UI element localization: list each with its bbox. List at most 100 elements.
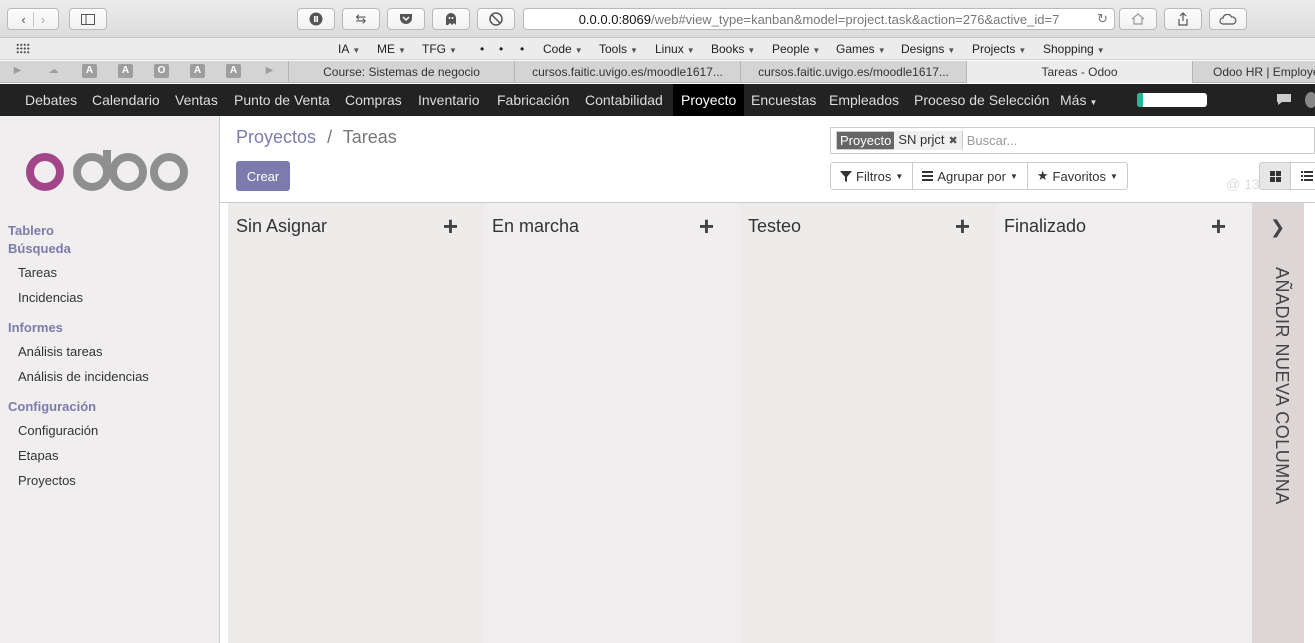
bookmark-folder[interactable]: Designs ▼	[901, 42, 955, 56]
pocket-icon[interactable]	[387, 8, 425, 30]
forward-icon[interactable]: ›	[33, 11, 52, 27]
bookmark-folder[interactable]: Code ▼	[543, 42, 583, 56]
browser-tab[interactable]: Odoo HR | Employee	[1192, 61, 1315, 83]
cloud-icon[interactable]	[1209, 8, 1247, 30]
address-bar[interactable]: 0.0.0.0:8069/web#view_type=kanban&model=…	[523, 8, 1115, 30]
sidebar-item-incidencias[interactable]: Incidencias	[18, 290, 83, 305]
bookmark-folder[interactable]: Games ▼	[836, 42, 886, 56]
browser-toolbar: ‹ › ⇆ 0.0.0.0:8069/web#view_type=kanban&m…	[0, 0, 1315, 38]
menu-calendario[interactable]: Calendario	[84, 84, 168, 116]
menu-punto-de-venta[interactable]: Punto de Venta	[226, 84, 338, 116]
menu-mas-label: Más	[1060, 92, 1087, 108]
bookmark-folder[interactable]: Tools ▼	[599, 42, 638, 56]
chat-icon[interactable]	[1276, 92, 1292, 109]
history-nav: ‹ ›	[7, 8, 59, 30]
list-view-icon[interactable]	[1291, 162, 1315, 190]
swap-icon[interactable]: ⇆	[342, 8, 380, 30]
add-task-icon[interactable]: +	[699, 213, 714, 239]
bookmark-folder[interactable]: People ▼	[772, 42, 820, 56]
sidebar-item-analisis-incidencias[interactable]: Análisis de incidencias	[18, 369, 149, 384]
menu-encuestas[interactable]: Encuestas	[743, 84, 824, 116]
bookmark-item[interactable]: •	[499, 42, 503, 56]
sidebar-toggle-icon[interactable]	[69, 8, 107, 30]
bookmark-folder[interactable]: Shopping ▼	[1043, 42, 1105, 56]
menu-empleados[interactable]: Empleados	[821, 84, 907, 116]
remove-facet-icon[interactable]: ✖	[949, 135, 958, 147]
bookmark-folder[interactable]: ME ▼	[377, 42, 406, 56]
share-icon[interactable]	[1164, 8, 1202, 30]
add-task-icon[interactable]: +	[443, 213, 458, 239]
bookmark-folder[interactable]: IA ▼	[338, 42, 360, 56]
bookmark-label: Tools	[599, 42, 628, 56]
odoo-logo[interactable]	[26, 140, 196, 197]
apps-grid-icon[interactable]	[16, 43, 30, 54]
search-facet: Proyecto SN prjct ✖	[836, 131, 963, 150]
pinned-tab[interactable]: O	[154, 64, 169, 78]
reload-icon[interactable]: ↻	[1097, 11, 1108, 27]
pinned-tab[interactable]: A	[82, 64, 97, 78]
bookmark-folder[interactable]: Linux ▼	[655, 42, 695, 56]
bookmark-item[interactable]: •	[480, 42, 484, 56]
search-input[interactable]: Buscar...	[967, 133, 1018, 148]
sidebar-item-tareas[interactable]: Tareas	[18, 265, 57, 280]
sidebar-item-etapas[interactable]: Etapas	[18, 448, 58, 463]
facet-value-wrap: SN prjct ✖	[894, 131, 962, 150]
avatar[interactable]	[1305, 92, 1315, 108]
add-column-panel[interactable]: ❯ AÑADIR NUEVA COLUMNA	[1252, 203, 1304, 643]
search-box[interactable]: Proyecto SN prjct ✖ Buscar...	[830, 127, 1315, 154]
bookmark-folder[interactable]: TFG ▼	[422, 42, 457, 56]
column-title[interactable]: En marcha	[492, 216, 579, 237]
sidebar-section-configuracion: Configuración	[8, 399, 97, 414]
kanban-column: Sin Asignar +	[228, 203, 484, 643]
bookmark-label: Books	[711, 42, 745, 56]
menu-ventas[interactable]: Ventas	[167, 84, 226, 116]
column-title[interactable]: Sin Asignar	[236, 216, 327, 237]
pinned-tab[interactable]: A	[118, 64, 133, 78]
browser-tab[interactable]: Course: Sistemas de negocio	[288, 61, 514, 83]
column-title[interactable]: Testeo	[748, 216, 801, 237]
sidebar-item-analisis-tareas[interactable]: Análisis tareas	[18, 344, 103, 359]
menu-fabricacion[interactable]: Fabricación	[489, 84, 577, 116]
favorites-label: Favoritos	[1052, 168, 1107, 184]
add-task-icon[interactable]: +	[1211, 213, 1226, 239]
menu-debates[interactable]: Debates	[17, 84, 85, 116]
kanban-view-icon[interactable]	[1259, 162, 1291, 190]
browser-tab[interactable]: cursos.faitic.uvigo.es/moodle1617...	[514, 61, 740, 83]
bookmark-label: Shopping	[1043, 42, 1094, 56]
create-button[interactable]: Crear	[236, 161, 290, 191]
filters-button[interactable]: Filtros ▼	[831, 163, 912, 189]
menu-mas[interactable]: Más ▼	[1052, 84, 1105, 116]
browser-tabbar: ▶ ☁ A A O A A ▶ Course: Sistemas de nego…	[0, 61, 1315, 83]
menu-compras[interactable]: Compras	[337, 84, 410, 116]
column-title[interactable]: Finalizado	[1004, 216, 1086, 237]
back-icon[interactable]: ‹	[14, 12, 33, 27]
kanban-column: Finalizado +	[996, 203, 1252, 643]
soundcloud-icon[interactable]: ☁	[46, 64, 61, 78]
ghostery-icon[interactable]	[432, 8, 470, 30]
menu-proyecto[interactable]: Proyecto	[673, 84, 745, 116]
youtube-icon[interactable]: ▶	[262, 64, 277, 78]
bookmark-folder[interactable]: Projects ▼	[972, 42, 1026, 56]
menu-inventario[interactable]: Inventario	[410, 84, 487, 116]
pinned-tab[interactable]: A	[226, 64, 241, 78]
browser-tab[interactable]: cursos.faitic.uvigo.es/moodle1617...	[740, 61, 966, 83]
menu-contabilidad[interactable]: Contabilidad	[577, 84, 671, 116]
add-task-icon[interactable]: +	[955, 213, 970, 239]
bookmark-item[interactable]: •	[520, 42, 524, 56]
sidebar-item-proyectos[interactable]: Proyectos	[18, 473, 76, 488]
bookmark-folder[interactable]: Books ▼	[711, 42, 755, 56]
bookmark-label: People	[772, 42, 810, 56]
sidebar-section-tablero[interactable]: Tablero	[8, 223, 54, 238]
pinned-tab[interactable]: A	[190, 64, 205, 78]
browser-tab-active[interactable]: Tareas - Odoo	[966, 61, 1192, 83]
favorites-button[interactable]: ★ Favoritos ▼	[1026, 163, 1127, 189]
groupby-button[interactable]: Agrupar por ▼	[912, 163, 1027, 189]
extension-icon[interactable]	[297, 8, 335, 30]
sidebar-item-configuracion[interactable]: Configuración	[18, 423, 98, 438]
youtube-icon[interactable]: ▶	[10, 64, 25, 78]
block-icon[interactable]	[477, 8, 515, 30]
message-counter[interactable]: @ 13	[1226, 168, 1260, 200]
breadcrumb-proyectos[interactable]: Proyectos	[236, 127, 316, 147]
menu-proceso-seleccion[interactable]: Proceso de Selección	[906, 84, 1057, 116]
home-icon[interactable]	[1119, 8, 1157, 30]
